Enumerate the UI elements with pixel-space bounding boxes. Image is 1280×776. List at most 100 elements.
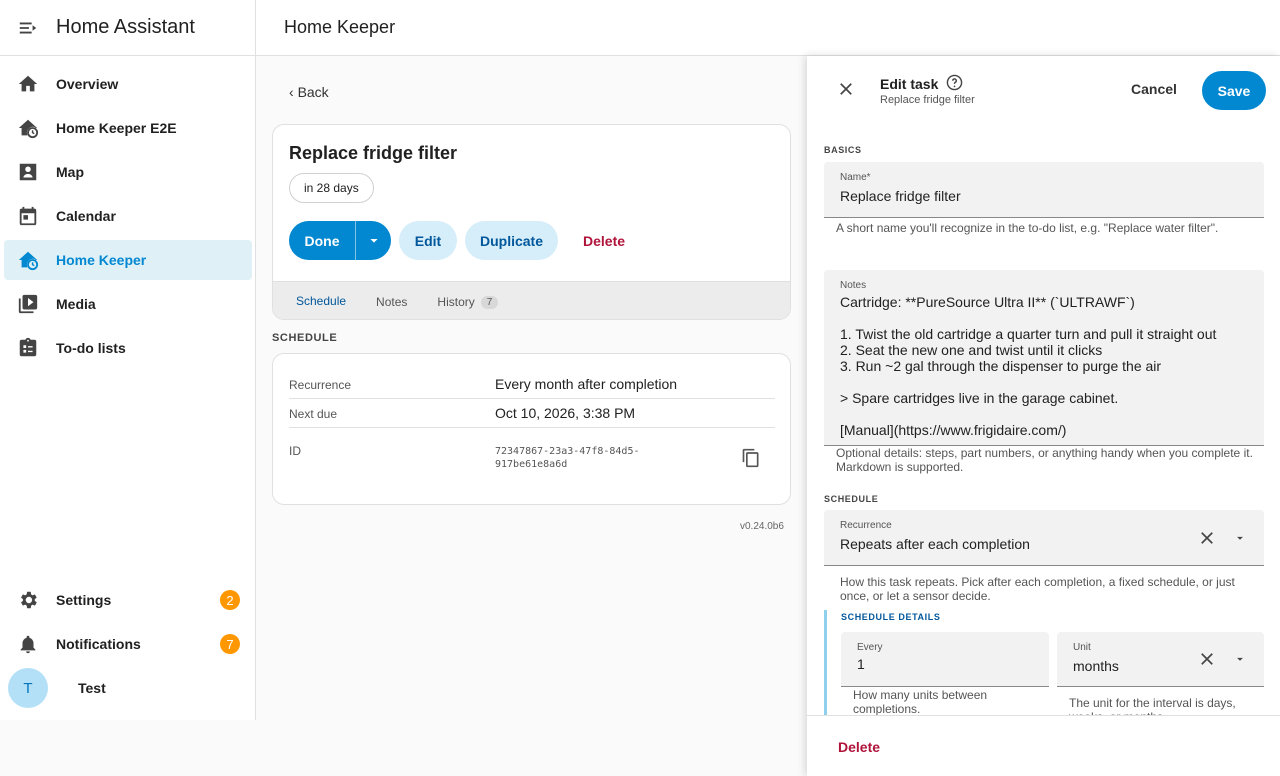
menu-collapse-icon[interactable] <box>0 17 56 39</box>
table-row: Next due Oct 10, 2026, 3:38 PM <box>289 399 775 428</box>
schedule-details-bar <box>824 610 827 716</box>
every-helper: How many units between completions. <box>853 688 988 716</box>
tab-notes[interactable]: Notes <box>361 282 422 319</box>
tab-label: History <box>437 295 475 309</box>
calendar-icon <box>4 205 52 227</box>
name-field-value: Replace fridge filter <box>840 188 961 204</box>
dialog-body: BASICS Name* Replace fridge filter A sho… <box>807 134 1280 716</box>
schedule-section-label: SCHEDULE <box>272 332 338 344</box>
row-key: Recurrence <box>289 378 352 392</box>
sidebar-item-settings[interactable]: Settings 2 <box>4 580 252 620</box>
sidebar-header: Home Assistant <box>0 0 255 56</box>
back-label: Back <box>297 84 329 100</box>
avatar: T <box>8 668 48 708</box>
task-card: Replace fridge filter in 28 days Done Ed… <box>272 124 791 320</box>
page-footer-area <box>0 720 807 776</box>
chevron-down-icon[interactable] <box>356 234 391 248</box>
tab-schedule[interactable]: Schedule <box>281 282 361 319</box>
sidebar-item-home-keeper-e2e[interactable]: Home Keeper E2E <box>4 108 252 148</box>
schedule-card: Recurrence Every month after completion … <box>272 353 791 505</box>
every-label: Every <box>857 642 883 653</box>
sidebar-item-media[interactable]: Media <box>4 284 252 324</box>
basics-section-label: BASICS <box>824 145 862 155</box>
back-link[interactable]: ‹ Back <box>289 84 329 100</box>
sidebar-item-label: Overview <box>56 76 119 92</box>
unit-label: Unit <box>1073 642 1091 653</box>
sidebar-item-home-keeper[interactable]: Home Keeper <box>4 240 252 280</box>
history-count: 7 <box>480 295 499 309</box>
sidebar-item-user[interactable]: T Test <box>4 668 252 708</box>
chevron-down-icon[interactable] <box>1233 529 1247 552</box>
close-icon[interactable] <box>837 80 855 103</box>
sidebar-item-notifications[interactable]: Notifications 7 <box>4 624 252 664</box>
page-title: Home Keeper <box>256 0 1280 56</box>
user-name: Test <box>78 680 106 696</box>
sidebar-item-calendar[interactable]: Calendar <box>4 196 252 236</box>
clipboard-icon <box>4 337 52 359</box>
save-button[interactable]: Save <box>1202 71 1266 110</box>
row-key: ID <box>289 444 301 458</box>
duplicate-button[interactable]: Duplicate <box>465 221 558 260</box>
notifications-badge: 7 <box>220 634 240 654</box>
chevron-down-icon[interactable] <box>1233 650 1247 673</box>
row-key: Next due <box>289 407 338 421</box>
sidebar-item-label: Home Keeper <box>56 252 147 268</box>
cancel-button[interactable]: Cancel <box>1131 81 1177 97</box>
edit-button[interactable]: Edit <box>399 221 457 260</box>
home-clock-icon <box>4 249 52 271</box>
table-row: Recurrence Every month after completion <box>289 370 775 399</box>
clear-icon[interactable] <box>1198 529 1216 552</box>
unit-helper: The unit for the interval is days, weeks… <box>1069 696 1236 716</box>
clear-icon[interactable] <box>1198 650 1216 673</box>
notes-helper: Optional details: steps, part numbers, o… <box>836 446 1253 474</box>
unit-select[interactable]: Unit months <box>1057 632 1264 687</box>
table-row: ID 72347867-23a3-47f8-84d5- 917be61e8a6d <box>289 428 775 478</box>
schedule-section-label: SCHEDULE <box>824 494 879 504</box>
recurrence-select[interactable]: Recurrence Repeats after each completion <box>824 510 1264 566</box>
home-clock-icon <box>4 117 52 139</box>
sidebar-item-label: Settings <box>56 592 112 608</box>
done-split-button: Done <box>289 221 391 260</box>
recurrence-value: Repeats after each completion <box>840 536 1030 552</box>
media-icon <box>4 293 52 315</box>
dialog-footer: Delete <box>807 715 1280 776</box>
sidebar-item-map[interactable]: Map <box>4 152 252 192</box>
tab-history[interactable]: History 7 <box>422 282 513 319</box>
notes-field-value: Cartridge: **PureSource Ultra II** (`ULT… <box>840 294 1217 438</box>
settings-badge: 2 <box>220 590 240 610</box>
sidebar-item-label: To-do lists <box>56 340 126 356</box>
tab-label: Notes <box>376 295 408 309</box>
task-id-value: 72347867-23a3-47f8-84d5- 917be61e8a6d <box>495 446 640 470</box>
sidebar-item-overview[interactable]: Overview <box>4 64 252 104</box>
schedule-details-label: SCHEDULE DETAILS <box>841 612 941 622</box>
dialog-subtitle: Replace fridge filter <box>880 94 975 106</box>
sidebar-item-label: Map <box>56 164 84 180</box>
recurrence-helper: How this task repeats. Pick after each c… <box>840 575 1235 603</box>
map-icon <box>4 161 52 183</box>
row-value: Every month after completion <box>495 376 678 392</box>
notes-field[interactable]: Notes Cartridge: **PureSource Ultra II**… <box>824 270 1264 446</box>
gear-icon <box>4 589 52 611</box>
recurrence-label: Recurrence <box>840 520 892 531</box>
help-icon[interactable] <box>946 74 963 94</box>
delete-task-button[interactable]: Delete <box>838 739 880 755</box>
edit-task-dialog: Edit task Replace fridge filter Cancel S… <box>807 56 1280 776</box>
tab-label: Schedule <box>296 294 347 308</box>
delete-button[interactable]: Delete <box>583 221 625 260</box>
sidebar-item-label: Home Keeper E2E <box>56 120 177 136</box>
bell-icon <box>4 633 52 655</box>
sidebar-item-label: Notifications <box>56 636 141 652</box>
chevron-left-icon: ‹ <box>289 84 298 100</box>
every-value: 1 <box>857 656 865 672</box>
row-value: Oct 10, 2026, 3:38 PM <box>495 405 636 421</box>
name-field-label: Name* <box>840 172 871 183</box>
copy-icon[interactable] <box>741 448 761 473</box>
sidebar-item-label: Media <box>56 296 96 312</box>
task-title: Replace fridge filter <box>289 143 458 163</box>
app-title: Home Assistant <box>56 16 195 38</box>
sidebar-item-todo-lists[interactable]: To-do lists <box>4 328 252 368</box>
name-field[interactable]: Name* Replace fridge filter <box>824 162 1264 218</box>
every-field[interactable]: Every 1 <box>841 632 1049 687</box>
task-tabs: Schedule Notes History 7 <box>273 281 790 319</box>
done-button[interactable]: Done <box>289 233 355 249</box>
